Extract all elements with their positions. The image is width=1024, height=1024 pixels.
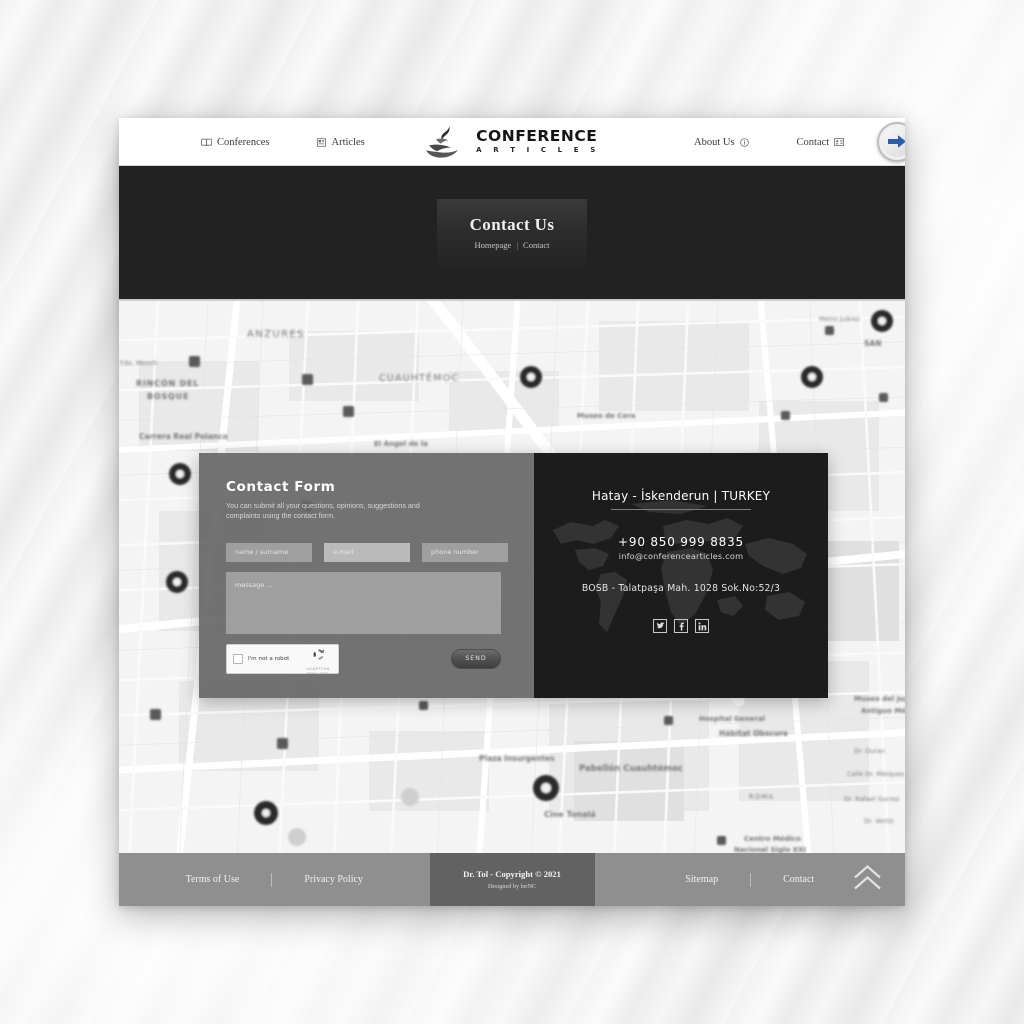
recaptcha-legal-text: Privacy - Terms	[307, 670, 329, 675]
recaptcha-branding: reCAPTCHA Privacy - Terms	[303, 648, 333, 675]
flame-wave-logo-icon	[426, 125, 458, 158]
contact-card-icon	[834, 138, 845, 146]
svg-text:ANZURES: ANZURES	[247, 329, 305, 340]
twitter-icon[interactable]	[653, 619, 667, 633]
svg-text:Calle Dr. Márquez: Calle Dr. Márquez	[847, 770, 905, 778]
footer-divider	[271, 872, 273, 887]
svg-text:Museo de Cera: Museo de Cera	[577, 412, 636, 420]
contact-address: BOSB - Talatpaşa Mah. 1028 Sok.No:52/3	[581, 583, 781, 594]
svg-text:Fdo. Monch: Fdo. Monch	[120, 359, 157, 367]
svg-text:Pabellón Cuauhtémoc: Pabellón Cuauhtémoc	[579, 763, 683, 774]
svg-text:Plaza Insurgentes: Plaza Insurgentes	[479, 754, 555, 763]
logo-wordmark: CONFERENCE A R T I C L E S	[476, 129, 600, 154]
message-textarea[interactable]	[226, 571, 501, 634]
nav-label: Contact	[796, 136, 830, 148]
linkedin-icon[interactable]	[695, 619, 709, 633]
recaptcha-icon	[313, 648, 324, 660]
recaptcha-widget[interactable]: I'm not a robot reCAPTCHA Privacy - Term…	[226, 643, 339, 675]
contact-info-content: Hatay - İskenderun | TURKEY +90 850 999 …	[534, 489, 828, 633]
nav-label: About Us	[694, 136, 735, 148]
svg-text:RINCÓN DEL: RINCÓN DEL	[136, 377, 199, 388]
footer-link-terms-of-use[interactable]: Terms of Use	[186, 874, 240, 885]
nav-item-contact[interactable]: Contact	[797, 137, 845, 148]
contact-form-description: You can submit all your questions, opini…	[226, 501, 420, 521]
copyright-text: Dr. Tol - Copyright © 2021	[463, 869, 561, 879]
designer-credit: Designed by bırNC	[487, 883, 537, 890]
svg-text:ROMA: ROMA	[749, 793, 774, 801]
footer-copyright-block: Dr. Tol - Copyright © 2021 Designed by b…	[429, 853, 595, 906]
newspaper-icon	[317, 137, 327, 147]
site-footer: Terms of Use Privacy Policy Dr. Tol - Co…	[119, 853, 905, 906]
info-icon	[739, 137, 749, 147]
svg-text:Metro Juárez: Metro Juárez	[819, 315, 860, 323]
recaptcha-label: I'm not a robot	[248, 655, 290, 662]
svg-text:Carrera Real Polanco: Carrera Real Polanco	[139, 432, 228, 441]
page-banner-box: Contact Us Homepage | Contact	[437, 198, 587, 267]
page-title: Contact Us	[469, 214, 555, 234]
svg-text:Centro Médico: Centro Médico	[744, 835, 801, 843]
breadcrumb-current: Contact	[523, 239, 550, 250]
nav-item-articles[interactable]: Articles	[317, 136, 365, 148]
scroll-to-top-button[interactable]	[852, 863, 883, 896]
contact-location: Hatay - İskenderun | TURKEY	[591, 489, 771, 503]
nav-label: Articles	[331, 136, 365, 148]
footer-link-privacy-policy[interactable]: Privacy Policy	[304, 874, 363, 885]
page-banner: Contact Us Homepage | Contact	[119, 166, 905, 301]
footer-divider	[750, 872, 752, 887]
footer-link-sitemap[interactable]: Sitemap	[685, 874, 718, 885]
svg-text:BOSQUE: BOSQUE	[147, 392, 189, 401]
contact-info-panel: Hatay - İskenderun | TURKEY +90 850 999 …	[534, 453, 828, 698]
book-icon	[201, 138, 212, 147]
svg-text:Dr. Rafael Sucrez: Dr. Rafael Sucrez	[844, 795, 900, 803]
svg-text:Antiguo México: Antiguo México	[861, 707, 905, 715]
svg-text:SAN: SAN	[864, 339, 881, 348]
map-section[interactable]: ANZURES RINCÓN DEL BOSQUE CUAUHTÉMOC Car…	[119, 301, 905, 853]
svg-text:El Ángel de la: El Ángel de la	[374, 439, 428, 448]
arrow-right-icon	[887, 135, 905, 148]
logo-sub-text: A R T I C L E S	[476, 145, 600, 154]
recaptcha-checkbox[interactable]	[233, 653, 243, 664]
nav-item-about-us[interactable]: About Us	[694, 137, 749, 148]
svg-text:Cine Tonalá: Cine Tonalá	[544, 810, 596, 819]
contact-form-footer: I'm not a robot reCAPTCHA Privacy - Term…	[226, 643, 501, 675]
logo-main-text: CONFERENCE	[476, 127, 598, 146]
double-chevron-up-icon	[854, 864, 881, 889]
primary-nav-left: Conferences Articles	[201, 118, 365, 166]
svg-text:Hospital General: Hospital General	[699, 715, 765, 723]
site-logo[interactable]: CONFERENCE A R T I C L E S	[424, 125, 600, 159]
send-button[interactable]: SEND	[451, 648, 501, 669]
svg-text:Nacional Siglo XXI: Nacional Siglo XXI	[734, 846, 806, 853]
contact-form-panel: Contact Form You can submit all your que…	[199, 453, 534, 698]
site-header: Conferences Articles CONFERENCE A R T I …	[119, 118, 905, 166]
divider	[611, 509, 751, 510]
contact-form-title: Contact Form	[226, 479, 336, 495]
contact-email[interactable]: info@conferencearticles.com	[534, 551, 828, 561]
svg-text:Museo del Juguete: Museo del Juguete	[854, 695, 905, 703]
breadcrumb: Homepage | Contact	[447, 240, 577, 250]
contact-form-fields-row	[226, 542, 508, 562]
contact-phone[interactable]: +90 850 999 8835	[534, 535, 828, 549]
website-page: Conferences Articles CONFERENCE A R T I …	[119, 118, 905, 906]
breadcrumb-separator: |	[516, 239, 519, 250]
footer-links-left: Terms of Use Privacy Policy	[119, 853, 430, 906]
facebook-icon[interactable]	[674, 619, 688, 633]
svg-text:Dr. Duran: Dr. Duran	[854, 747, 885, 755]
breadcrumb-home[interactable]: Homepage	[475, 240, 512, 250]
contact-panels: Contact Form You can submit all your que…	[199, 453, 828, 698]
svg-text:CUAUHTÉMOC: CUAUHTÉMOC	[379, 372, 459, 384]
primary-nav-right: About Us Contact	[694, 118, 845, 166]
svg-text:Hábitat Obscura: Hábitat Obscura	[719, 729, 788, 738]
social-links	[534, 619, 828, 633]
email-input[interactable]	[324, 542, 410, 562]
nav-item-conferences[interactable]: Conferences	[201, 137, 269, 148]
svg-text:Dr. Vertiz: Dr. Vertiz	[864, 817, 894, 825]
phone-input[interactable]	[422, 542, 508, 562]
name-surname-input[interactable]	[226, 542, 312, 562]
login-button[interactable]	[877, 121, 905, 162]
nav-label: Conferences	[217, 136, 270, 148]
footer-link-contact[interactable]: Contact	[783, 874, 814, 885]
